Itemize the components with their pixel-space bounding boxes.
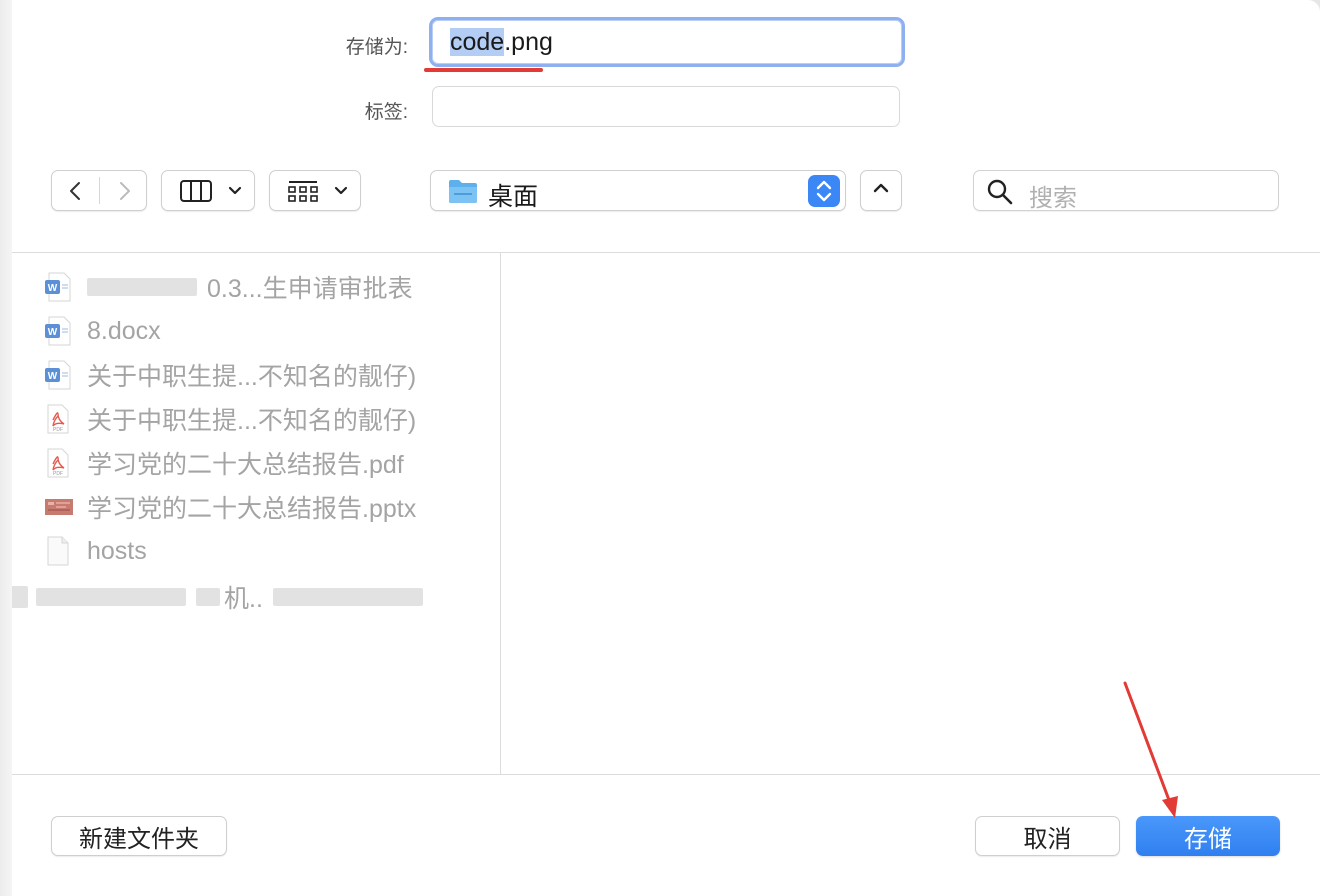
svg-text:W: W — [48, 327, 58, 338]
filename-selection: code — [450, 28, 505, 56]
pptx-document-icon — [44, 492, 73, 522]
window-edge — [0, 0, 12, 896]
word-document-icon: W — [44, 360, 72, 390]
word-document-icon: W — [44, 316, 72, 346]
tags-label: 标签: — [364, 102, 408, 123]
file-name: 0.3...生申请审批表 — [207, 275, 413, 303]
redacted-text — [87, 278, 197, 296]
column-divider — [500, 253, 501, 774]
browser-top-divider — [12, 252, 1320, 253]
redacted-text — [36, 588, 186, 606]
svg-text:W: W — [48, 371, 58, 382]
file-name: 8.docx — [87, 316, 161, 345]
file-name: 学习党的二十大总结报告.pdf — [87, 451, 404, 479]
save-dialog: 存储为: code.png 标签: 桌面 搜索 W 0.3...生申请审批表 W… — [12, 0, 1320, 896]
filename-extension: .png — [504, 28, 553, 56]
pdf-document-icon: PDF — [44, 404, 72, 434]
chevron-down-icon — [228, 184, 242, 202]
redacted-icon — [12, 586, 28, 608]
file-name: 关于中职生提...不知名的靓仔) — [87, 407, 417, 435]
file-name: hosts — [87, 536, 147, 565]
tags-input[interactable] — [432, 86, 900, 127]
stepper-icon — [808, 175, 840, 207]
list-item[interactable]: W 0.3...生申请审批表 — [44, 270, 413, 304]
svg-text:PDF: PDF — [53, 471, 63, 477]
word-document-icon: W — [44, 272, 72, 302]
file-name: 学习党的二十大总结报告.pptx — [87, 495, 417, 523]
redacted-text — [272, 588, 423, 606]
pdf-document-icon: PDF — [44, 448, 72, 478]
save-as-label: 存储为: — [345, 37, 408, 58]
svg-text:PDF: PDF — [53, 427, 63, 433]
list-item[interactable]: 学习党的二十大总结报告.pptx — [44, 490, 416, 524]
chevron-left-icon[interactable] — [64, 179, 88, 203]
columns-icon — [180, 180, 212, 207]
list-item[interactable]: PDF 关于中职生提...不知名的靓仔) — [44, 402, 416, 436]
folder-icon — [448, 177, 478, 210]
search-placeholder: 搜索 — [1029, 185, 1077, 212]
svg-text:W: W — [48, 283, 58, 294]
grid-icon — [288, 180, 318, 209]
file-name: 关于中职生提...不知名的靓仔) — [87, 363, 417, 391]
search-icon — [986, 178, 1014, 211]
redacted-text — [196, 588, 220, 606]
annotation-underline — [424, 68, 543, 72]
annotation-arrow — [1123, 681, 1178, 818]
chevron-right-icon[interactable] — [112, 179, 136, 203]
back-forward-control — [51, 170, 147, 211]
plain-file-icon — [44, 536, 72, 566]
chevron-up-icon — [872, 181, 890, 200]
location-label: 桌面 — [488, 183, 539, 211]
list-item[interactable]: PDF 学习党的二十大总结报告.pdf — [44, 446, 404, 480]
file-name: 机.. — [224, 585, 263, 613]
list-item[interactable]: 机.. — [12, 580, 423, 614]
collapse-button[interactable] — [860, 170, 902, 211]
cancel-button[interactable]: 取消 — [975, 816, 1120, 856]
list-item[interactable]: W 关于中职生提...不知名的靓仔) — [44, 358, 416, 392]
chevron-down-icon — [334, 184, 348, 202]
view-mode-button[interactable] — [161, 170, 255, 211]
location-popup[interactable]: 桌面 — [430, 170, 846, 211]
new-folder-button[interactable]: 新建文件夹 — [51, 816, 227, 856]
filename-text: code.png — [450, 28, 553, 57]
list-item[interactable]: W 8.docx — [44, 314, 161, 348]
search-field[interactable]: 搜索 — [973, 170, 1279, 212]
group-mode-button[interactable] — [269, 170, 361, 211]
filename-input[interactable]: code.png — [429, 17, 905, 67]
list-item[interactable]: hosts — [44, 534, 147, 568]
